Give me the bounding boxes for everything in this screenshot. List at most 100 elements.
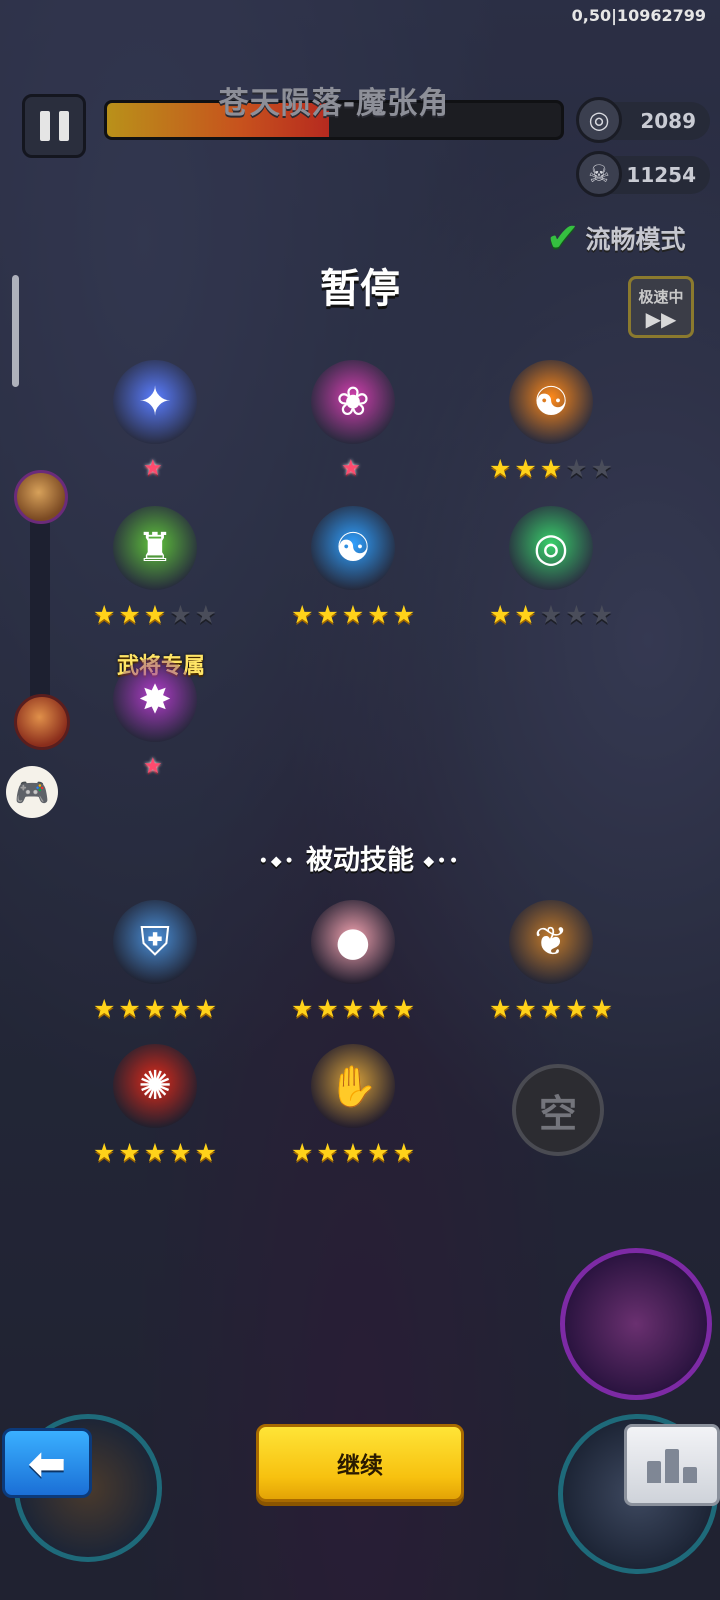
star-icon: ★: [118, 994, 141, 1023]
star-icon: ★: [169, 1138, 192, 1167]
star-icon: ★: [367, 600, 390, 629]
star-icon: ★: [565, 454, 588, 483]
star-icon: ★: [488, 994, 512, 1023]
star-icon: ★: [92, 600, 116, 629]
star-icon: ★: [118, 1138, 141, 1167]
peach-passive[interactable]: ● ★ ★ ★ ★ ★: [278, 900, 428, 1040]
star-icon: ★: [92, 994, 116, 1023]
star-rating: ★ ★ ★ ★ ★: [80, 602, 230, 627]
wind-tornado-skill[interactable]: ◎ ★ ★ ★ ★ ★: [476, 506, 626, 646]
coin-icon: ◎: [576, 97, 622, 143]
fire-yinyang-girl-skill[interactable]: ☯ ★ ★ ★ ★ ★: [476, 360, 626, 500]
flame-fan-skill[interactable]: ❀ ★: [278, 360, 428, 500]
star-icon: ★: [290, 1138, 314, 1167]
boss-name: 苍天陨落-魔张角: [218, 86, 450, 121]
star-icon: ★: [143, 994, 167, 1023]
rank-badge-icon: ★: [341, 456, 361, 481]
smooth-mode-label: 流畅模式: [585, 225, 686, 254]
star-rating: ★ ★ ★ ★ ★: [476, 996, 626, 1021]
jade-tower-skill[interactable]: ♜ ★ ★ ★ ★ ★: [80, 506, 230, 646]
dots-right-icon: ◆••: [423, 853, 462, 870]
star-icon: ★: [290, 600, 314, 629]
star-icon: ★: [290, 994, 314, 1023]
star-icon: ★: [392, 1138, 416, 1167]
star-icon: ★: [118, 600, 141, 629]
fire-orb-passive[interactable]: ✺ ★ ★ ★ ★ ★: [80, 1044, 230, 1184]
star-icon: ★: [514, 454, 537, 483]
gamepad-button[interactable]: 🎮: [6, 766, 58, 818]
armor-passive[interactable]: ⛨ ★ ★ ★ ★ ★: [80, 900, 230, 1040]
gamepad-icon: 🎮: [14, 775, 50, 809]
fire-swirl-icon: ✺: [113, 1044, 197, 1128]
continue-label: 继续: [337, 1453, 383, 1479]
star-icon: ★: [341, 1138, 365, 1167]
star-icon: ★: [341, 994, 365, 1023]
ultimate-skill-orb[interactable]: [560, 1248, 712, 1400]
yinyang-girl-water-icon: ☯: [311, 506, 395, 590]
star-icon: ★: [488, 600, 512, 629]
star-rating: ★ ★ ★ ★ ★: [278, 1140, 428, 1165]
star-icon: ★: [392, 600, 416, 629]
star-icon: ★: [539, 454, 563, 483]
tornado-icon: ◎: [509, 506, 593, 590]
star-icon: ★: [367, 994, 390, 1023]
void-label: 空: [538, 1091, 577, 1136]
star-rating: ★ ★ ★ ★ ★: [80, 1140, 230, 1165]
ginseng-icon: ❦: [509, 900, 593, 984]
star-icon: ★: [590, 454, 614, 483]
bracer-passive[interactable]: ✋ ★ ★ ★ ★ ★: [278, 1044, 428, 1184]
star-icon: ★: [143, 600, 167, 629]
ginseng-passive[interactable]: ❦ ★ ★ ★ ★ ★: [476, 900, 626, 1040]
general-exclusive-skill[interactable]: ✸ ★: [80, 658, 230, 798]
jade-tower-icon: ♜: [113, 506, 197, 590]
dots-left-icon: •◆•: [258, 853, 297, 870]
flame-fan-icon: ❀: [311, 360, 395, 444]
star-icon: ★: [565, 994, 588, 1023]
passive-header-label: 被动技能: [306, 845, 414, 876]
star-icon: ★: [143, 1138, 167, 1167]
rank-badge-icon: ★: [143, 456, 163, 481]
yinyang-girl-fire-icon: ☯: [509, 360, 593, 444]
ice-spear-skill[interactable]: ✦ ★: [80, 360, 230, 500]
back-arrow-icon: ⬅: [27, 1436, 67, 1490]
debug-readout: 0,50|10962799: [571, 6, 706, 25]
skull-icon: ☠: [576, 151, 622, 197]
star-icon: ★: [341, 600, 365, 629]
purple-fire-fan-icon: ✸: [113, 658, 197, 742]
podium-icon: [647, 1461, 661, 1483]
star-icon: ★: [194, 1138, 218, 1167]
star-rating: ★ ★ ★ ★ ★: [278, 602, 428, 627]
star-icon: ★: [316, 1138, 339, 1167]
star-icon: ★: [169, 994, 192, 1023]
continue-button[interactable]: 继续: [256, 1424, 464, 1502]
star-icon: ★: [194, 994, 218, 1023]
smooth-mode-toggle[interactable]: ✔ 流畅模式: [546, 218, 686, 258]
back-button[interactable]: ⬅: [2, 1428, 92, 1498]
empty-slot-button[interactable]: 空: [512, 1064, 604, 1156]
ice-spear-icon: ✦: [113, 360, 197, 444]
leaderboard-button[interactable]: [624, 1424, 720, 1506]
star-icon: ★: [169, 600, 192, 629]
star-rating: ★ ★ ★ ★ ★: [278, 996, 428, 1021]
passive-skills-header: •◆• 被动技能 ◆••: [0, 838, 720, 877]
bracer-icon: ✋: [311, 1044, 395, 1128]
rank-badge-icon: ★: [143, 754, 163, 779]
star-icon: ★: [92, 1138, 116, 1167]
kill-count: 11254: [626, 163, 696, 187]
star-icon: ★: [488, 454, 512, 483]
coin-count: 2089: [640, 109, 696, 133]
water-yinyang-girl-skill[interactable]: ☯ ★ ★ ★ ★ ★: [278, 506, 428, 646]
pause-icon: [39, 111, 50, 141]
star-icon: ★: [316, 994, 339, 1023]
star-rating: ★ ★ ★ ★ ★: [476, 456, 626, 481]
star-rating: ★ ★ ★ ★ ★: [80, 996, 230, 1021]
star-icon: ★: [539, 600, 563, 629]
coin-counter: ◎ 2089: [576, 97, 710, 143]
monkey-avatar: [14, 470, 68, 524]
pause-button[interactable]: [22, 94, 86, 158]
checkmark-icon: ✔: [546, 215, 580, 261]
star-icon: ★: [590, 994, 614, 1023]
kill-counter: ☠ 11254: [576, 151, 710, 197]
armor-icon: ⛨: [113, 900, 197, 984]
pause-title: 暂停: [320, 266, 400, 312]
